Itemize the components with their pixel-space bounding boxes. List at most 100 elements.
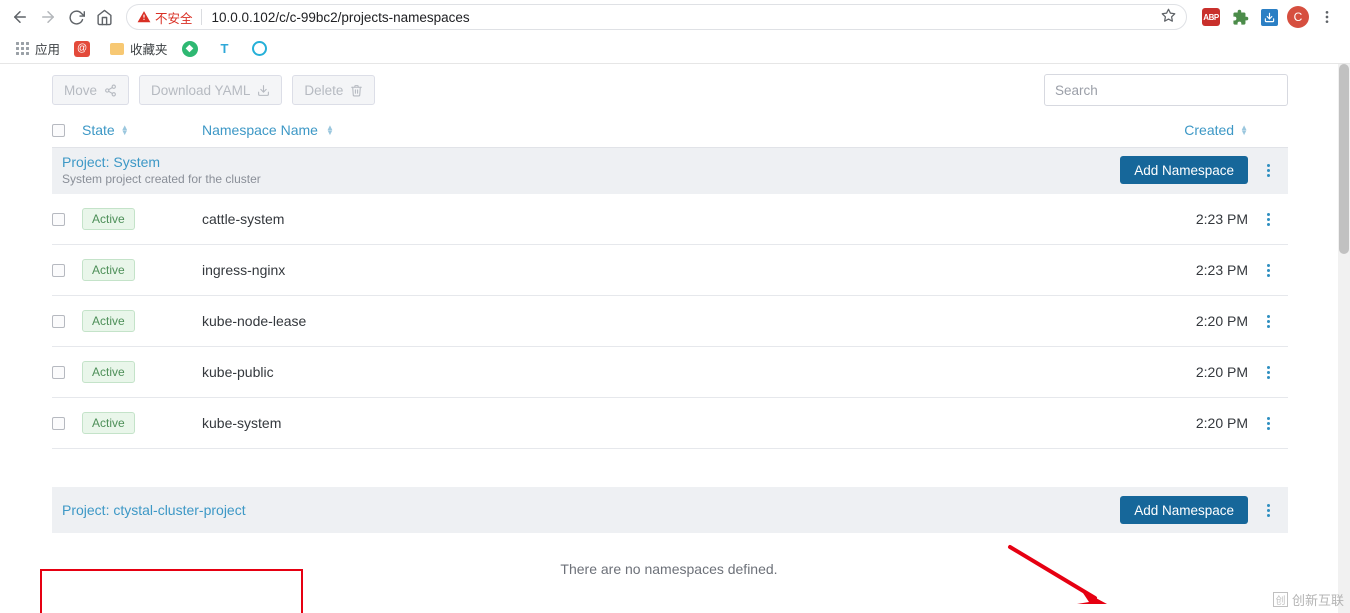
download-yaml-label: Download YAML (151, 82, 251, 98)
profile-avatar[interactable]: C (1285, 4, 1311, 30)
reload-icon[interactable] (62, 3, 90, 31)
address-bar[interactable]: 不安全 10.0.0.102/c/c-99bc2/projects-namesp… (126, 4, 1187, 30)
omnibox-divider (200, 9, 202, 25)
bookmark-t[interactable]: T (211, 39, 244, 59)
add-namespace-button[interactable]: Add Namespace (1120, 496, 1248, 524)
status-badge: Active (82, 412, 135, 434)
adblock-extension-icon[interactable]: ABP (1198, 4, 1224, 30)
row-created: 2:20 PM (1195, 415, 1248, 431)
row-state: Active (82, 259, 202, 281)
bookmark-star-icon[interactable] (1153, 8, 1176, 26)
project-group-subtitle: System project created for the cluster (62, 172, 261, 186)
row-checkbox[interactable] (52, 416, 82, 430)
page-viewport: Move Download YAML Delete Search State ▲… (0, 64, 1350, 613)
chrome-menu-icon[interactable] (1314, 4, 1340, 30)
table-row[interactable]: Active cattle-system 2:23 PM (52, 194, 1288, 245)
table-row[interactable]: Active kube-public 2:20 PM (52, 347, 1288, 398)
bookmark-folder[interactable]: 收藏夹 (103, 37, 174, 60)
row-namespace-name[interactable]: kube-node-lease (202, 313, 1058, 329)
browser-chrome: 不安全 10.0.0.102/c/c-99bc2/projects-namesp… (0, 0, 1350, 64)
row-menu-button[interactable] (1248, 263, 1288, 277)
bookmark-at[interactable]: @ (68, 39, 101, 59)
bookmark-label: 收藏夹 (130, 43, 168, 57)
not-secure-label: 不安全 (155, 11, 193, 26)
delete-label: Delete (304, 82, 344, 98)
move-button[interactable]: Move (52, 75, 130, 105)
add-namespace-button[interactable]: Add Namespace (1120, 156, 1248, 184)
download-yaml-button[interactable]: Download YAML (139, 75, 283, 105)
letter-t-icon: T (220, 41, 229, 56)
move-icon (104, 84, 117, 97)
row-created: 2:23 PM (1195, 262, 1248, 278)
project-group-title[interactable]: Project: ctystal-cluster-project (52, 502, 1120, 518)
select-all-checkbox[interactable] (52, 123, 82, 137)
row-menu-button[interactable] (1248, 365, 1288, 379)
row-menu-button[interactable] (1248, 212, 1288, 226)
search-input[interactable]: Search (1044, 74, 1288, 106)
table-header-row: State ▲ ▼ Namespace Name ▲ ▼ Created ▲ ▼ (52, 114, 1288, 148)
row-namespace-name[interactable]: ingress-nginx (202, 262, 1058, 278)
header-state-label: State (82, 122, 115, 138)
row-namespace-name[interactable]: kube-system (202, 415, 1058, 431)
row-state: Active (82, 361, 202, 383)
watermark-text: 创新互联 (1291, 593, 1344, 608)
empty-state-message: There are no namespaces defined. (560, 561, 778, 577)
status-badge: Active (82, 361, 135, 383)
project-group-menu-button[interactable] (1248, 163, 1288, 177)
browser-toolbar: 不安全 10.0.0.102/c/c-99bc2/projects-namesp… (0, 0, 1350, 34)
back-arrow-icon[interactable] (6, 3, 34, 31)
sort-icon: ▲ ▼ (325, 123, 334, 137)
profile-initial: C (1287, 6, 1309, 28)
project-group-menu-button[interactable] (1248, 503, 1288, 517)
row-namespace-name[interactable]: cattle-system (202, 211, 1058, 227)
header-created-label: Created (1184, 122, 1235, 138)
bookmark-green[interactable]: ◆ (176, 39, 209, 59)
scrollbar-thumb[interactable] (1339, 64, 1349, 254)
move-label: Move (64, 82, 98, 98)
bookmark-ring[interactable] (246, 39, 279, 59)
header-created[interactable]: Created ▲ ▼ (1058, 122, 1248, 138)
blue-ring-icon (252, 41, 268, 57)
row-checkbox[interactable] (52, 365, 82, 379)
row-checkbox[interactable] (52, 263, 82, 277)
project-group-header-2: Project: ctystal-cluster-project Add Nam… (52, 487, 1288, 533)
sort-icon: ▲ ▼ (120, 123, 129, 137)
row-created: 2:20 PM (1195, 313, 1248, 329)
status-badge: Active (82, 310, 135, 332)
page-scrollbar[interactable] (1338, 64, 1350, 613)
watermark: 创 创新互联 (1272, 590, 1344, 609)
row-menu-button[interactable] (1248, 314, 1288, 328)
row-checkbox[interactable] (52, 314, 82, 328)
search-placeholder: Search (1055, 82, 1098, 98)
table-row[interactable]: Active kube-node-lease 2:20 PM (52, 296, 1288, 347)
forward-arrow-icon[interactable] (34, 3, 62, 31)
trash-icon (350, 84, 363, 97)
table-row[interactable]: Active kube-system 2:20 PM (52, 398, 1288, 449)
green-circle-icon: ◆ (181, 40, 198, 57)
row-menu-button[interactable] (1248, 416, 1288, 430)
at-sign-icon: @ (74, 40, 91, 57)
watermark-icon: 创 (1272, 592, 1288, 607)
delete-button[interactable]: Delete (292, 75, 376, 105)
header-namespace-label: Namespace Name (202, 122, 318, 138)
row-state: Active (82, 310, 202, 332)
apps-grid-icon (14, 41, 30, 57)
home-icon[interactable] (90, 3, 118, 31)
url-text: 10.0.0.102/c/c-99bc2/projects-namespaces (211, 9, 470, 25)
bookmark-apps[interactable]: 应用 (8, 37, 66, 60)
row-created: 2:23 PM (1195, 211, 1248, 227)
sort-icon: ▲ ▼ (1240, 123, 1248, 137)
project-group-title[interactable]: Project: System (52, 154, 1120, 170)
namespaces-page: Move Download YAML Delete Search State ▲… (0, 64, 1338, 613)
bookmark-label: 应用 (35, 43, 61, 57)
download-icon (257, 84, 270, 97)
download-manager-icon[interactable] (1256, 4, 1282, 30)
row-checkbox[interactable] (52, 212, 82, 226)
table-row[interactable]: Active ingress-nginx 2:23 PM (52, 245, 1288, 296)
puzzle-extension-icon[interactable] (1227, 4, 1253, 30)
not-secure-warning-icon (137, 11, 151, 23)
header-state[interactable]: State ▲ ▼ (82, 122, 202, 138)
header-namespace-name[interactable]: Namespace Name ▲ ▼ (202, 122, 1058, 138)
row-namespace-name[interactable]: kube-public (202, 364, 1058, 380)
